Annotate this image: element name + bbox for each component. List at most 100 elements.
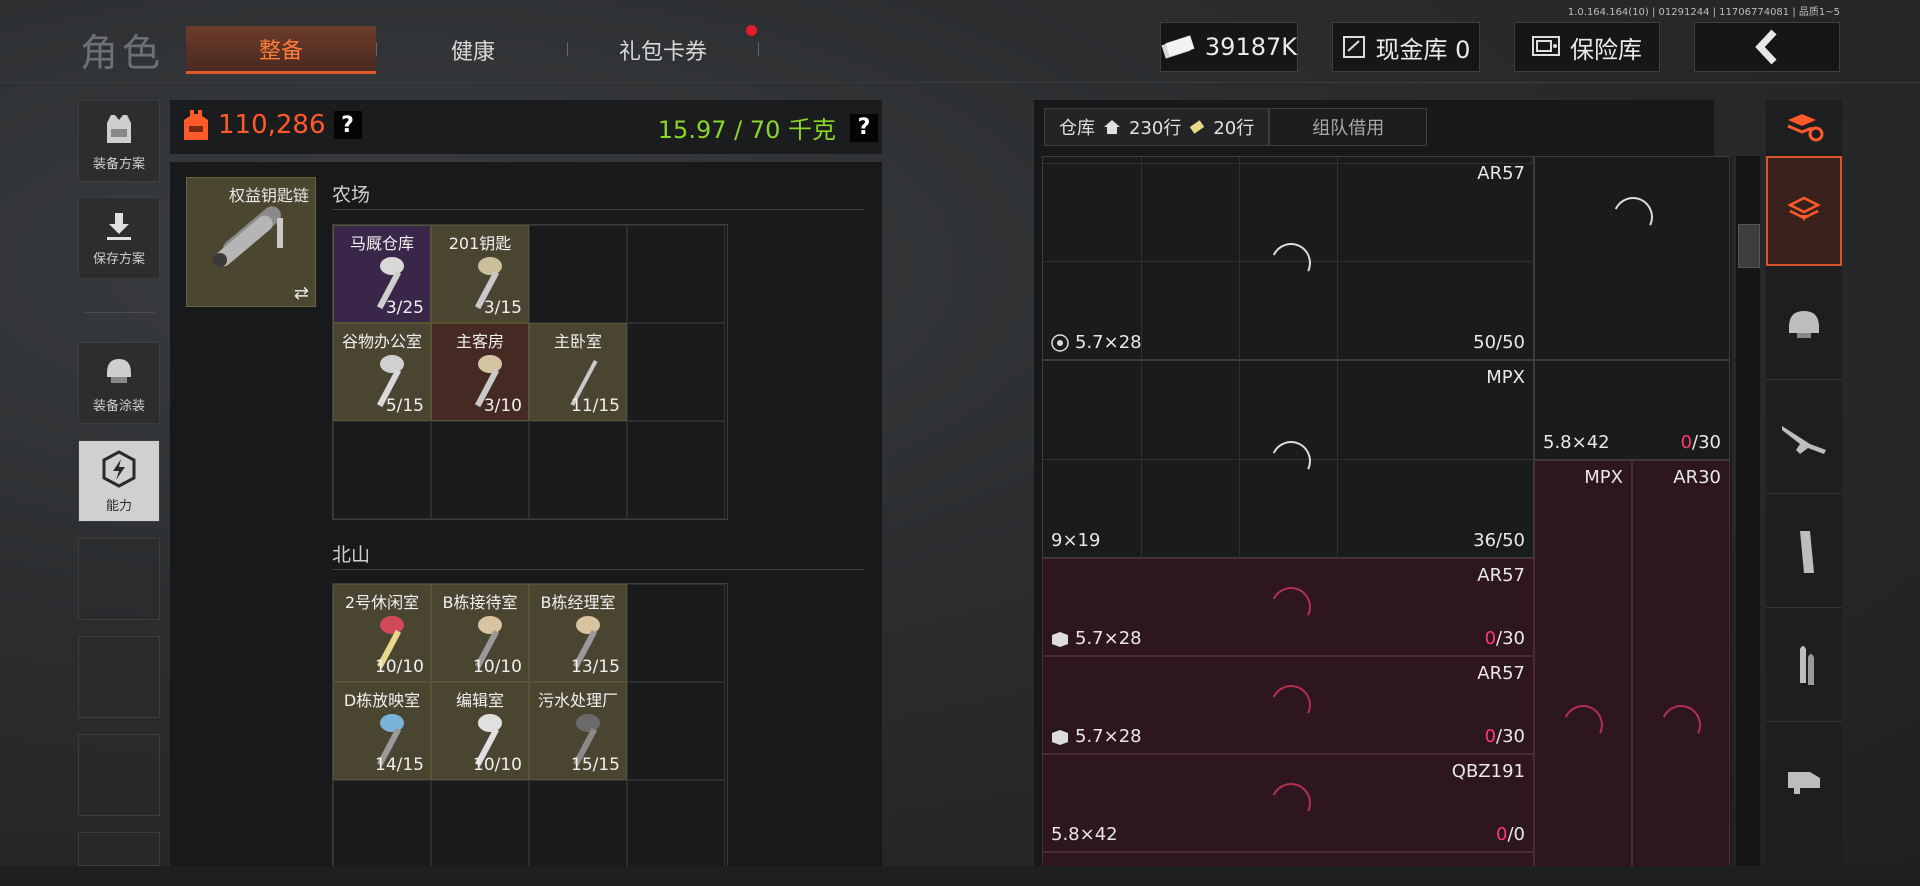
skin-label: 装备涂装 — [92, 398, 145, 414]
empty-slot — [78, 832, 160, 866]
ammo-label: 5.8×42 — [1543, 432, 1610, 453]
grid-line — [1141, 361, 1142, 559]
key-count: 3/25 — [385, 298, 424, 318]
capacity-now: 0 — [1484, 726, 1497, 747]
section-divider — [332, 209, 864, 210]
key-item[interactable]: B栋接待室 10/10 — [431, 584, 529, 682]
inventory-item[interactable]: QBZ191 5.8×42 0/0 — [1042, 754, 1534, 852]
lightning-icon — [102, 449, 136, 488]
tab-health[interactable]: 健康 — [378, 26, 568, 74]
version-info: 1.0.164.164(10) | 01291244 | 11706774081… — [1567, 7, 1840, 18]
key-count: 5/15 — [385, 396, 424, 416]
inventory-item[interactable]: 5.8×42 0/30 — [1534, 360, 1730, 460]
vest-icon — [107, 114, 131, 143]
category-helmet-button[interactable] — [1766, 268, 1842, 380]
capacity-max: /50 — [1496, 530, 1525, 551]
keychain-label: 权益钥匙链 — [228, 186, 309, 205]
key-item[interactable]: 污水处理厂 15/15 — [529, 682, 627, 780]
category-magazine-button[interactable] — [1766, 496, 1842, 608]
capacity-max: /30 — [1692, 432, 1721, 453]
category-ammo-button[interactable] — [1766, 610, 1842, 722]
inventory-item[interactable]: MPX 9×19 36/50 — [1042, 360, 1535, 559]
category-rifle-button[interactable] — [1766, 382, 1842, 494]
empty-cell — [627, 780, 725, 878]
skin-button[interactable]: 装备涂装 — [78, 342, 160, 424]
insurance-label: 保险库 — [1570, 35, 1642, 64]
inventory-item[interactable]: MPX — [1534, 460, 1632, 886]
inventory-item[interactable]: AR57 5.7×28 50/50 — [1042, 156, 1535, 361]
loading-icon — [1265, 777, 1317, 829]
box-icon — [1052, 729, 1068, 745]
item-capacity: 36/50 — [1473, 530, 1525, 551]
inventory-item[interactable]: AR30 — [1632, 460, 1730, 886]
capacity-now: 0 — [1496, 824, 1508, 845]
key-item[interactable]: D栋放映室 14/15 — [333, 682, 431, 780]
key-item[interactable]: 马厩仓库 3/25 — [333, 225, 431, 323]
inventory-item[interactable]: AR57 5.7×28 0/30 — [1042, 656, 1534, 754]
capacity-now: 36 — [1473, 530, 1497, 551]
empty-cell — [529, 421, 627, 519]
empty-cell — [333, 780, 431, 878]
equipment-value: 110,286 ? — [182, 108, 362, 142]
tab-warehouse[interactable]: 仓库 230行 20行 — [1044, 108, 1270, 146]
key-grid-farm: 马厩仓库 3/25 201钥匙 3/15 谷物办公室 5/15 主客房 3/10… — [332, 224, 728, 520]
ticket-icon — [1190, 120, 1205, 134]
key-item[interactable]: 主卧室 11/15 — [529, 323, 627, 421]
empty-slot — [78, 636, 160, 718]
key-item[interactable]: 谷物办公室 5/15 — [333, 323, 431, 421]
sidebar-divider — [85, 312, 155, 313]
key-item[interactable]: B栋经理室 13/15 — [529, 584, 627, 682]
equipment-value-text: 110,286 — [218, 110, 326, 140]
tab-equip[interactable]: 整备 — [186, 26, 376, 74]
key-item[interactable]: 201钥匙 3/15 — [431, 225, 529, 323]
item-capacity: 0/30 — [1485, 628, 1525, 649]
loading-icon — [1265, 679, 1317, 731]
category-scope-button[interactable] — [1766, 724, 1842, 836]
warehouse-tab-label: 仓库 — [1059, 118, 1095, 139]
key-count: 10/10 — [473, 755, 522, 775]
key-name: B栋经理室 — [540, 593, 616, 612]
key-item[interactable]: 编辑室 10/10 — [431, 682, 529, 780]
ammo-type: 5.8×42 — [1543, 432, 1610, 453]
save-plan-button[interactable]: 保存方案 — [78, 197, 160, 279]
keychain-slot[interactable]: 权益钥匙链 ⇄ — [186, 177, 316, 307]
key-item[interactable]: 2号休闲室 10/10 — [333, 584, 431, 682]
ability-button[interactable]: 能力 — [78, 440, 160, 522]
back-button[interactable] — [1694, 22, 1840, 72]
key-count: 10/10 — [375, 657, 424, 677]
capacity-max: /50 — [1496, 332, 1525, 353]
capacity-max: /0 — [1507, 824, 1525, 845]
scrollbar-thumb[interactable] — [1738, 224, 1760, 268]
tab-team-borrow[interactable]: 组队借用 — [1269, 108, 1428, 146]
cash-vault-button[interactable]: 现金库 0 — [1332, 22, 1480, 72]
category-all-button[interactable] — [1766, 156, 1842, 266]
loadout-plan-button[interactable]: 装备方案 — [78, 100, 160, 182]
key-name: 污水处理厂 — [537, 691, 618, 710]
empty-cell — [529, 225, 627, 323]
item-name: QBZ191 — [1451, 761, 1525, 782]
empty-cell — [627, 584, 725, 682]
swap-icon[interactable]: ⇄ — [294, 283, 309, 304]
item-capacity: 0/30 — [1485, 726, 1525, 747]
category-refresh-button[interactable] — [1766, 100, 1842, 154]
ammo-type: 5.8×42 — [1051, 824, 1118, 845]
key-count: 10/10 — [473, 657, 522, 677]
ammo-label: 5.7×28 — [1075, 726, 1142, 747]
cash-vault-label: 现金库 0 — [1375, 35, 1471, 64]
inventory-item[interactable] — [1534, 156, 1730, 360]
ammo-type: 9×19 — [1051, 530, 1100, 551]
insurance-button[interactable]: 保险库 — [1514, 22, 1660, 72]
item-capacity: 0/30 — [1681, 432, 1721, 453]
key-name: 2号休闲室 — [344, 593, 420, 612]
weight-help-button[interactable]: ? — [850, 113, 878, 142]
item-name: MPX — [1584, 467, 1623, 488]
value-help-button[interactable]: ? — [333, 111, 362, 139]
helmet-icon — [1789, 310, 1819, 338]
key-item[interactable]: 主客房 3/10 — [431, 323, 529, 421]
rifle-icon — [1782, 425, 1826, 454]
empty-slot — [78, 734, 160, 816]
stack-icon — [1787, 196, 1821, 221]
tab-gift-coupons[interactable]: 礼包卡券 — [568, 26, 758, 74]
inventory-item[interactable]: AR57 5.7×28 0/30 — [1042, 558, 1534, 656]
save-plan-label: 保存方案 — [92, 251, 145, 267]
